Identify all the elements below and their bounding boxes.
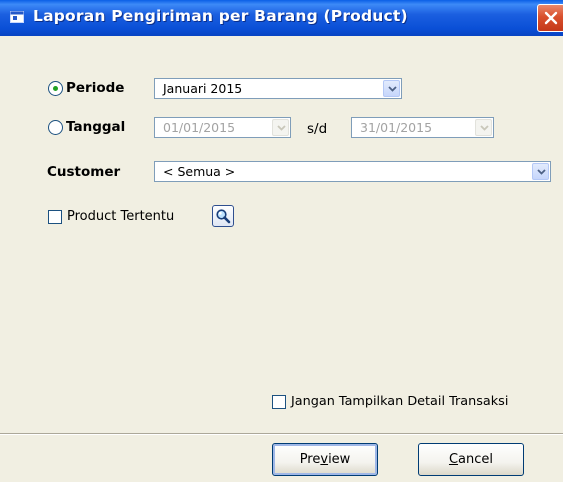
magnifier-icon xyxy=(216,209,231,224)
tanggal-to-date[interactable]: 31/01/2015 xyxy=(351,117,494,138)
preview-button-label: Preview xyxy=(299,452,351,467)
chevron-down-icon xyxy=(388,86,397,92)
chevron-down-icon xyxy=(277,125,286,131)
tanggal-to-value: 31/01/2015 xyxy=(360,120,433,135)
close-button[interactable] xyxy=(537,4,563,32)
product-search-button[interactable] xyxy=(212,205,234,227)
periode-select[interactable]: Januari 2015 xyxy=(154,78,402,99)
tanggal-from-value: 01/01/2015 xyxy=(163,120,236,135)
periode-select-value: Januari 2015 xyxy=(163,81,243,96)
hide-detail-label: Jangan Tampilkan Detail Transaksi xyxy=(291,394,509,409)
periode-radio[interactable] xyxy=(48,81,63,96)
product-tertentu-label: Product Tertentu xyxy=(67,209,175,224)
close-icon xyxy=(544,11,558,25)
chevron-down-icon xyxy=(537,169,546,175)
tanggal-label: Tanggal xyxy=(66,119,126,135)
tanggal-from-dropdown-button[interactable] xyxy=(272,119,289,136)
customer-label: Customer xyxy=(47,164,121,180)
periode-label: Periode xyxy=(66,80,125,96)
tanggal-to-dropdown-button[interactable] xyxy=(475,119,492,136)
cancel-button-label: Cancel xyxy=(448,452,494,467)
product-tertentu-checkbox[interactable] xyxy=(48,210,62,224)
tanggal-radio[interactable] xyxy=(48,120,63,135)
customer-dropdown-button[interactable] xyxy=(532,163,549,180)
customer-select-value: < Semua > xyxy=(163,164,236,179)
dialog-window: Laporan Pengiriman per Barang (Product) … xyxy=(0,0,563,482)
title-bar[interactable]: Laporan Pengiriman per Barang (Product) xyxy=(0,0,563,36)
customer-select[interactable]: < Semua > xyxy=(154,161,551,182)
radio-selected-dot xyxy=(53,86,58,91)
preview-button[interactable]: Preview xyxy=(272,443,378,476)
chevron-down-icon xyxy=(480,125,489,131)
window-app-icon xyxy=(10,11,24,23)
hide-detail-checkbox[interactable] xyxy=(272,395,286,409)
date-range-separator: s/d xyxy=(307,121,328,137)
window-title: Laporan Pengiriman per Barang (Product) xyxy=(33,7,408,25)
cancel-button[interactable]: Cancel xyxy=(418,443,524,476)
tanggal-from-date[interactable]: 01/01/2015 xyxy=(154,117,291,138)
footer-separator-highlight xyxy=(0,434,563,435)
periode-dropdown-button[interactable] xyxy=(383,80,400,97)
